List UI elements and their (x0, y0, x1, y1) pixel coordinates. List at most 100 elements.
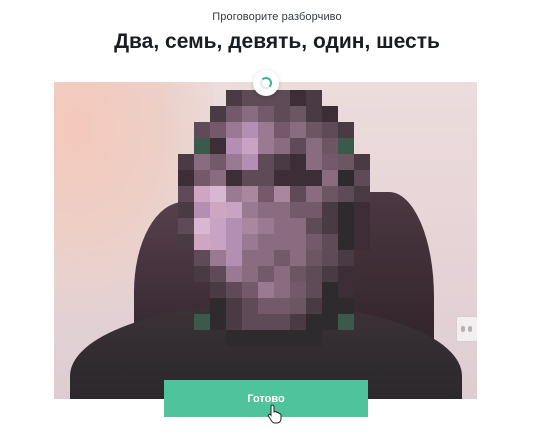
mosaic-pixel (290, 314, 306, 330)
mosaic-pixel (274, 250, 290, 266)
mosaic-pixel (178, 314, 194, 330)
mosaic-pixel (322, 154, 338, 170)
mosaic-pixel (290, 202, 306, 218)
mosaic-pixel (210, 266, 226, 282)
mosaic-pixel (274, 282, 290, 298)
mosaic-pixel (322, 90, 338, 106)
mosaic-pixel (290, 154, 306, 170)
mosaic-pixel (290, 282, 306, 298)
mosaic-pixel (194, 154, 210, 170)
mosaic-pixel (322, 202, 338, 218)
mosaic-pixel (370, 330, 386, 346)
mosaic-pixel (354, 170, 370, 186)
mosaic-pixel (306, 202, 322, 218)
mosaic-pixel (338, 154, 354, 170)
mosaic-pixel (242, 90, 258, 106)
mosaic-pixel (178, 202, 194, 218)
mosaic-pixel (242, 218, 258, 234)
mosaic-pixel (370, 266, 386, 282)
speech-check-page: Проговорите разборчиво Два, семь, девять… (0, 0, 554, 430)
mosaic-pixel (194, 234, 210, 250)
mosaic-pixel (210, 218, 226, 234)
mosaic-pixel (338, 138, 354, 154)
mosaic-pixel (178, 266, 194, 282)
mosaic-pixel (322, 314, 338, 330)
mosaic-pixel (178, 330, 194, 346)
mosaic-pixel (242, 138, 258, 154)
mosaic-pixel (306, 282, 322, 298)
mosaic-pixel (162, 186, 178, 202)
mosaic-pixel (354, 138, 370, 154)
mosaic-pixel (242, 330, 258, 346)
mosaic-pixel (258, 282, 274, 298)
mosaic-pixel (194, 314, 210, 330)
loading-spinner-icon (253, 70, 279, 96)
mosaic-pixel (210, 202, 226, 218)
mosaic-pixel (162, 218, 178, 234)
mosaic-pixel (370, 250, 386, 266)
mosaic-pixel (258, 170, 274, 186)
mosaic-pixel (178, 122, 194, 138)
mosaic-pixel (290, 138, 306, 154)
mosaic-pixel (354, 234, 370, 250)
mosaic-pixel (274, 106, 290, 122)
mosaic-pixel (370, 186, 386, 202)
mosaic-pixel (210, 138, 226, 154)
mosaic-pixel (242, 234, 258, 250)
mosaic-pixel (162, 138, 178, 154)
mosaic-pixel (226, 138, 242, 154)
mosaic-pixel (338, 170, 354, 186)
mosaic-pixel (258, 266, 274, 282)
camera-preview (54, 82, 477, 399)
mosaic-pixel (354, 282, 370, 298)
mosaic-pixel (322, 218, 338, 234)
mosaic-pixel (210, 186, 226, 202)
mosaic-pixel (322, 250, 338, 266)
wall-outlet (456, 316, 477, 342)
mosaic-pixel (354, 330, 370, 346)
mosaic-pixel (162, 90, 178, 106)
mosaic-pixel (210, 282, 226, 298)
mosaic-pixel (274, 234, 290, 250)
mosaic-pixel (178, 90, 194, 106)
mosaic-pixel (274, 330, 290, 346)
mosaic-pixel (338, 330, 354, 346)
done-button[interactable]: Готово (164, 380, 368, 417)
mosaic-pixel (162, 266, 178, 282)
mosaic-pixel (194, 122, 210, 138)
mosaic-pixel (354, 314, 370, 330)
mosaic-pixel (274, 170, 290, 186)
mosaic-pixel (162, 122, 178, 138)
mosaic-pixel (210, 154, 226, 170)
mosaic-pixel (338, 106, 354, 122)
mosaic-pixel (338, 186, 354, 202)
mosaic-pixel (290, 298, 306, 314)
mosaic-pixel (338, 122, 354, 138)
mosaic-pixel (194, 218, 210, 234)
mosaic-pixel (258, 218, 274, 234)
mosaic-pixel (306, 234, 322, 250)
mosaic-pixel (290, 234, 306, 250)
mosaic-pixel (370, 282, 386, 298)
mosaic-pixel (162, 202, 178, 218)
mosaic-pixel (194, 202, 210, 218)
mosaic-pixel (306, 266, 322, 282)
mosaic-pixel (370, 314, 386, 330)
mosaic-pixel (226, 218, 242, 234)
mosaic-pixel (258, 202, 274, 218)
mosaic-pixel (194, 186, 210, 202)
mosaic-pixel (178, 218, 194, 234)
mosaic-pixel (178, 170, 194, 186)
mosaic-pixel (306, 298, 322, 314)
mosaic-pixel (290, 330, 306, 346)
mosaic-pixel (370, 218, 386, 234)
phrase-to-read: Два, семь, девять, один, шесть (114, 30, 440, 53)
mosaic-pixel (162, 234, 178, 250)
mosaic-pixel (370, 122, 386, 138)
mosaic-pixel (210, 330, 226, 346)
mosaic-pixel (178, 186, 194, 202)
mosaic-pixel (258, 186, 274, 202)
mosaic-pixel (242, 186, 258, 202)
mosaic-pixel (290, 90, 306, 106)
mosaic-pixel (258, 138, 274, 154)
